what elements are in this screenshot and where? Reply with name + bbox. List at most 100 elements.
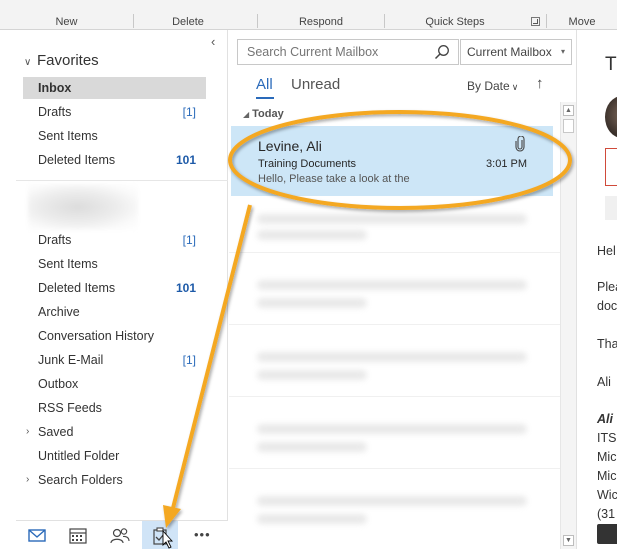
- folder-label: Sent Items: [38, 129, 98, 143]
- unread-count: 101: [175, 281, 196, 295]
- chevron-right-icon[interactable]: ›: [26, 469, 29, 491]
- message-preview: Hello, Please take a look at the: [258, 173, 410, 185]
- people-icon: [110, 528, 130, 544]
- folder-label: Search Folders: [38, 473, 123, 487]
- message-list-scrollbar[interactable]: ▲ ▼: [560, 102, 576, 549]
- search-box[interactable]: [237, 39, 459, 65]
- nav-people-button[interactable]: [101, 521, 137, 549]
- collapse-folder-pane-icon[interactable]: ‹: [211, 34, 215, 49]
- favorite-item-drafts[interactable]: Drafts [1]: [23, 101, 206, 123]
- reading-subject: Tr: [605, 54, 617, 75]
- scroll-thumb[interactable]: [563, 119, 574, 133]
- sort-label: By Date: [467, 79, 510, 93]
- row-divider: [229, 252, 561, 253]
- quick-steps-dialog-launcher-icon[interactable]: [531, 17, 540, 26]
- scroll-down-icon[interactable]: ▼: [563, 535, 574, 546]
- nav-calendar-button[interactable]: [60, 521, 96, 549]
- favorite-item-sent-items[interactable]: Sent Items: [23, 125, 206, 147]
- signature-name: Ali: [597, 412, 613, 426]
- signature-line: Mic: [597, 450, 617, 464]
- tab-all[interactable]: All: [256, 76, 273, 93]
- favorite-item-deleted-items[interactable]: Deleted Items 101: [23, 149, 206, 171]
- nav-more-button[interactable]: •••: [187, 521, 223, 549]
- folder-label: Inbox: [38, 81, 72, 95]
- folder-item-outbox[interactable]: Outbox: [23, 373, 206, 395]
- signature-line: Mic: [597, 469, 617, 483]
- folder-item-saved[interactable]: › Saved: [23, 421, 206, 443]
- reading-toolbar: [605, 196, 617, 220]
- tab-unread[interactable]: Unread: [291, 76, 340, 93]
- folder-item-search-folders[interactable]: › Search Folders: [23, 469, 206, 491]
- folder-label: Deleted Items: [38, 153, 116, 167]
- folder-label: RSS Feeds: [38, 401, 102, 415]
- group-label: Today: [252, 108, 284, 120]
- redacted-row: [257, 298, 367, 308]
- folder-item-archive[interactable]: Archive: [23, 301, 206, 323]
- folder-label: Deleted Items: [38, 281, 116, 295]
- chevron-down-icon: ▾: [560, 47, 565, 56]
- folder-item-conversation-history[interactable]: Conversation History: [23, 325, 206, 347]
- folder-label: Junk E-Mail: [38, 353, 104, 367]
- reading-pane: Tr Hel Plea doc Tha Ali Ali ITS Mic Mic …: [578, 30, 617, 549]
- avatar[interactable]: [605, 96, 617, 138]
- unread-count: [1]: [182, 353, 196, 367]
- redacted-row: [257, 496, 527, 506]
- search-scope-dropdown[interactable]: Current Mailbox ▾: [460, 39, 572, 65]
- divider: [16, 180, 228, 181]
- folder-item-rss-feeds[interactable]: RSS Feeds: [23, 397, 206, 419]
- mail-icon: [28, 529, 46, 542]
- search-icon[interactable]: [434, 44, 450, 60]
- folder-label: Drafts: [38, 105, 72, 119]
- group-header-today[interactable]: ◢ Today: [243, 108, 284, 120]
- favorite-item-inbox[interactable]: Inbox: [23, 77, 206, 99]
- message-time: 3:01 PM: [486, 158, 527, 170]
- account-name-redacted[interactable]: [28, 184, 138, 230]
- message-list-pane: Current Mailbox ▾ All Unread By Date∨ ↑ …: [229, 30, 577, 549]
- folder-label: Untitled Folder: [38, 449, 120, 463]
- signature-line: (31: [597, 507, 616, 521]
- redacted-row: [257, 442, 367, 452]
- more-icon: •••: [194, 527, 211, 542]
- redacted-row: [257, 424, 527, 434]
- unread-count: 101: [175, 153, 196, 167]
- tasks-icon: [153, 527, 167, 545]
- ribbon-group-delete: Delete: [172, 16, 204, 28]
- attachment-box[interactable]: [605, 148, 617, 186]
- chevron-down-icon: ◢: [243, 110, 250, 119]
- search-scope-value: Current Mailbox: [467, 45, 552, 59]
- navigation-bar: •••: [16, 520, 228, 549]
- redacted-row: [257, 230, 367, 240]
- message-sender: Levine, Ali: [258, 138, 322, 154]
- search-input[interactable]: [238, 40, 428, 64]
- folder-pane: ‹ ∨ Favorites Inbox Drafts [1] Sent Items…: [16, 30, 228, 549]
- body-line: Tha: [597, 337, 617, 351]
- nav-mail-button[interactable]: [19, 521, 55, 549]
- message-subject: Training Documents: [258, 158, 357, 170]
- body-line: Ali: [597, 375, 611, 389]
- folder-label: Outbox: [38, 377, 79, 391]
- sort-direction-button[interactable]: ↑: [536, 75, 544, 92]
- ribbon-group-move: Move: [568, 16, 596, 28]
- folder-item-drafts[interactable]: Drafts [1]: [23, 229, 206, 251]
- chevron-right-icon[interactable]: ›: [26, 421, 29, 443]
- folder-item-junk-email[interactable]: Junk E-Mail [1]: [23, 349, 206, 371]
- sort-by-dropdown[interactable]: By Date ∨: [467, 79, 518, 93]
- folder-item-untitled-folder[interactable]: Untitled Folder: [23, 445, 206, 467]
- signature-line: ITS: [597, 431, 617, 445]
- folder-item-deleted-items[interactable]: Deleted Items 101: [23, 277, 206, 299]
- folder-label: Saved: [38, 425, 74, 439]
- tab-selected-indicator: [256, 97, 274, 99]
- ribbon-group-quick-steps: Quick Steps: [425, 16, 485, 28]
- signature-line: Wic: [597, 488, 617, 502]
- ribbon-group-respond: Respond: [298, 16, 344, 28]
- redacted-row: [257, 352, 527, 362]
- nav-tasks-button[interactable]: [142, 521, 178, 549]
- folder-label: Archive: [38, 305, 80, 319]
- message-item-selected[interactable]: Levine, Ali Training Documents 3:01 PM H…: [231, 126, 553, 196]
- unread-count: [1]: [182, 233, 196, 247]
- folder-item-sent-items[interactable]: Sent Items: [23, 253, 206, 275]
- redacted-row: [257, 370, 367, 380]
- folder-label: Drafts: [38, 233, 72, 247]
- scroll-up-icon[interactable]: ▲: [563, 105, 574, 116]
- favorites-header[interactable]: ∨ Favorites: [24, 52, 99, 69]
